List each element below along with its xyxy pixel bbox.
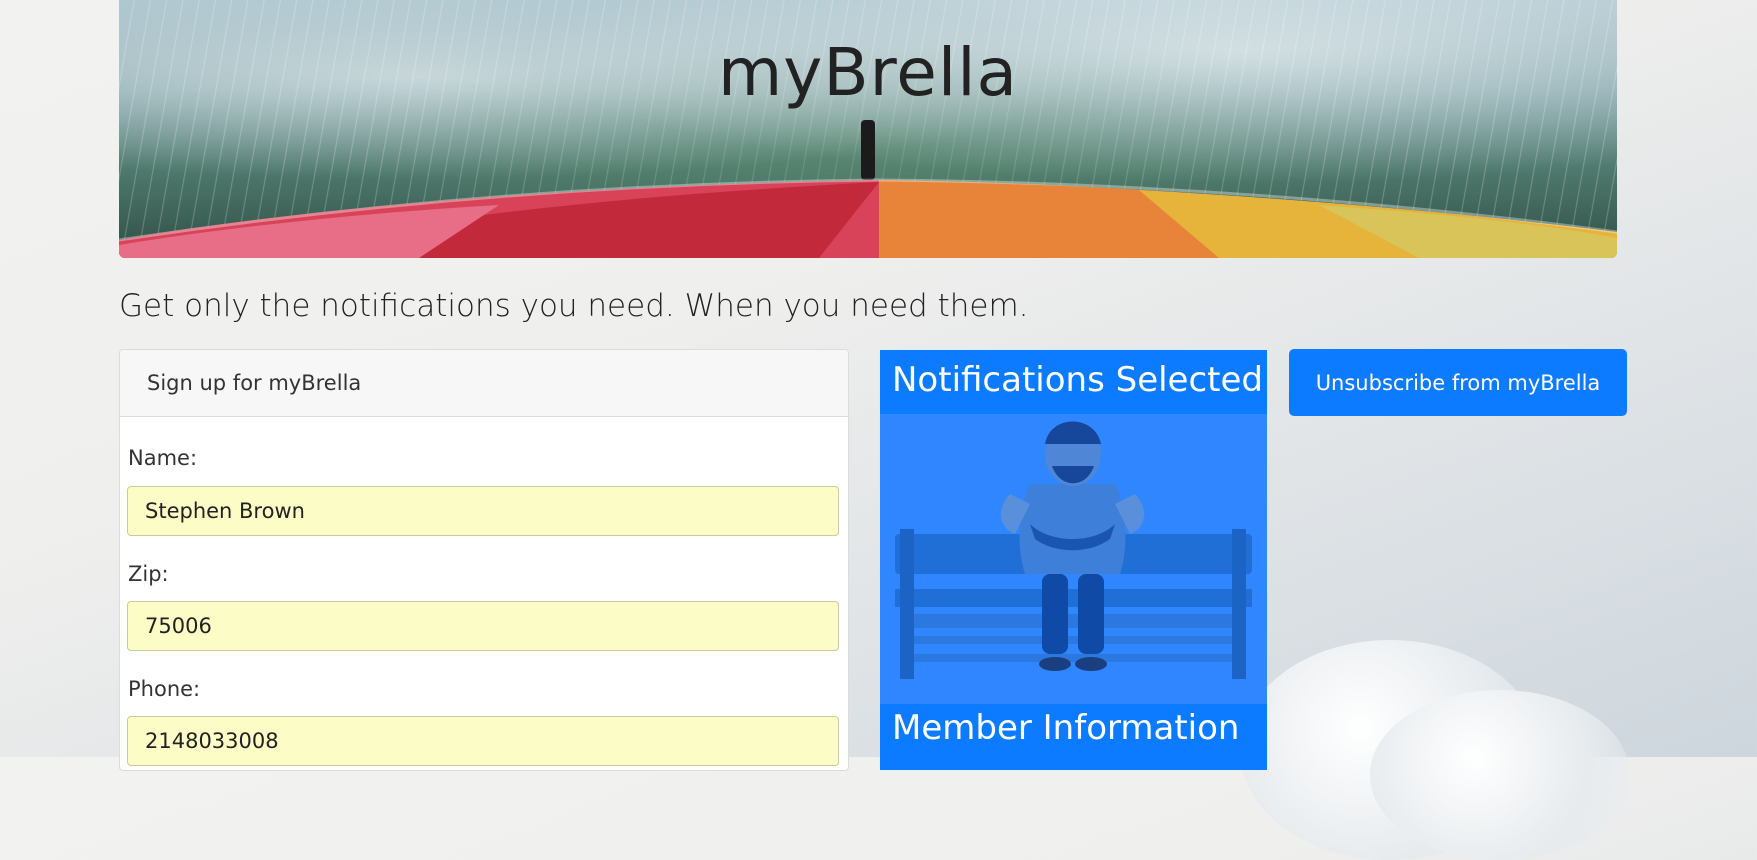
notifications-panel: Notifications Selected: Member Informati… — [880, 350, 1267, 770]
notifications-title: Notifications Selected: — [892, 360, 1267, 400]
phone-label: Phone: — [128, 677, 201, 701]
member-info-title: Member Information — [892, 708, 1240, 748]
name-label: Name: — [128, 446, 198, 470]
phone-field[interactable] — [127, 716, 839, 766]
signup-card: Sign up for myBrella Name: Zip: Phone: — [119, 349, 849, 771]
hero-banner: myBrella — [119, 0, 1617, 258]
zip-label: Zip: — [128, 562, 169, 586]
cold-man-illustration — [895, 421, 1252, 679]
tagline: Get only the notifications you need. Whe… — [119, 288, 1029, 324]
site-title: myBrella — [717, 34, 1019, 111]
signup-card-header: Sign up for myBrella — [120, 350, 848, 417]
zip-field[interactable] — [127, 601, 839, 651]
name-field[interactable] — [127, 486, 839, 536]
background-cloud — [1370, 690, 1630, 860]
unsubscribe-button[interactable]: Unsubscribe from myBrella — [1289, 349, 1627, 416]
